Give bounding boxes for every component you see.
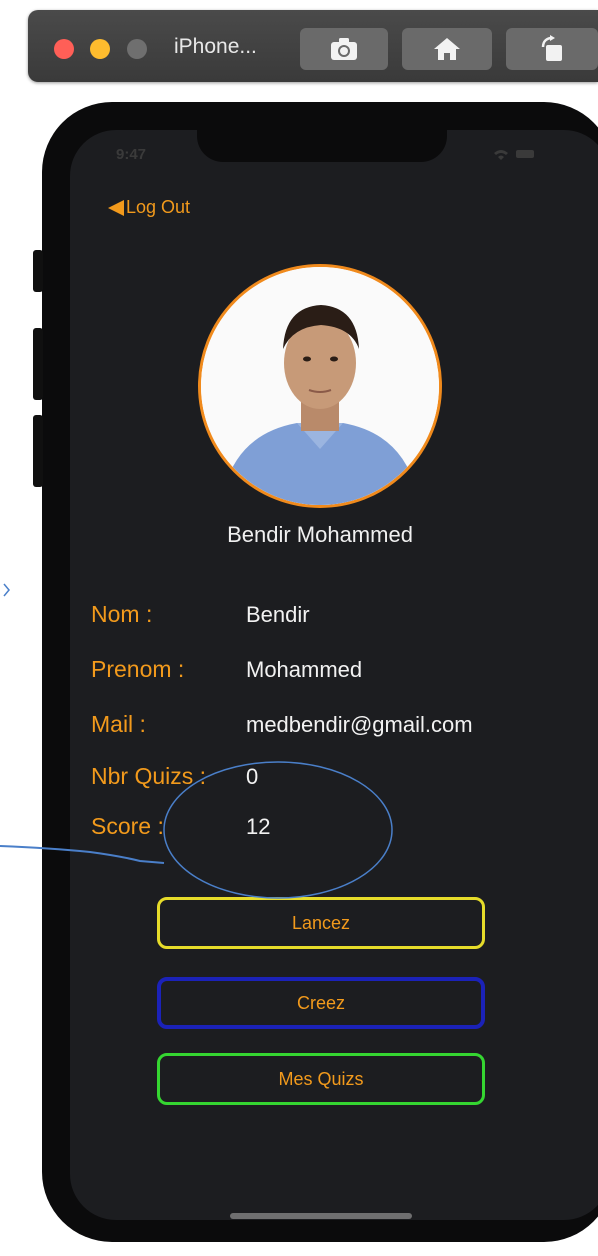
status-icons <box>490 146 550 167</box>
rotate-button[interactable] <box>506 28 598 70</box>
volume-down-button <box>33 415 43 487</box>
nbr-quizs-value: 0 <box>246 764 259 789</box>
mes-quizs-button[interactable]: Mes Quizs <box>157 1053 485 1105</box>
screenshot-icon <box>331 38 357 60</box>
prenom-value: Mohammed <box>246 657 363 682</box>
home-indicator <box>230 1213 412 1219</box>
window-title: iPhone... <box>174 35 257 58</box>
mute-switch <box>33 250 43 292</box>
rotate-icon <box>541 35 562 61</box>
annotation-arrow-tick <box>3 583 10 597</box>
lancez-button[interactable]: Lancez <box>157 897 485 949</box>
mail-label: Mail : <box>91 711 146 737</box>
nom-value: Bendir <box>246 602 310 627</box>
close-window-button[interactable] <box>54 39 74 59</box>
logout-button[interactable]: Log Out <box>108 197 190 218</box>
profile-photo <box>201 267 439 505</box>
home-icon <box>434 38 460 60</box>
mail-value: medbendir@gmail.com <box>246 712 473 737</box>
home-button[interactable] <box>402 28 492 70</box>
zoom-window-button[interactable] <box>127 39 147 59</box>
minimize-window-button[interactable] <box>90 39 110 59</box>
wifi-icon <box>494 150 508 160</box>
score-label: Score : <box>91 813 164 839</box>
battery-icon <box>516 150 534 158</box>
avatar <box>198 264 442 508</box>
creez-button[interactable]: Creez <box>157 977 485 1029</box>
logout-label: Log Out <box>126 197 191 217</box>
nbr-quizs-label: Nbr Quizs : <box>91 763 207 789</box>
status-time: 9:47 <box>116 146 147 163</box>
score-value: 12 <box>246 814 271 839</box>
profile-full-name: Bendir Mohammed <box>227 522 413 547</box>
back-arrow-icon <box>108 199 124 216</box>
device-notch <box>197 128 447 162</box>
nom-label: Nom : <box>91 601 153 627</box>
volume-up-button <box>33 328 43 400</box>
prenom-label: Prenom : <box>91 656 185 682</box>
screenshot-button[interactable] <box>300 28 388 70</box>
